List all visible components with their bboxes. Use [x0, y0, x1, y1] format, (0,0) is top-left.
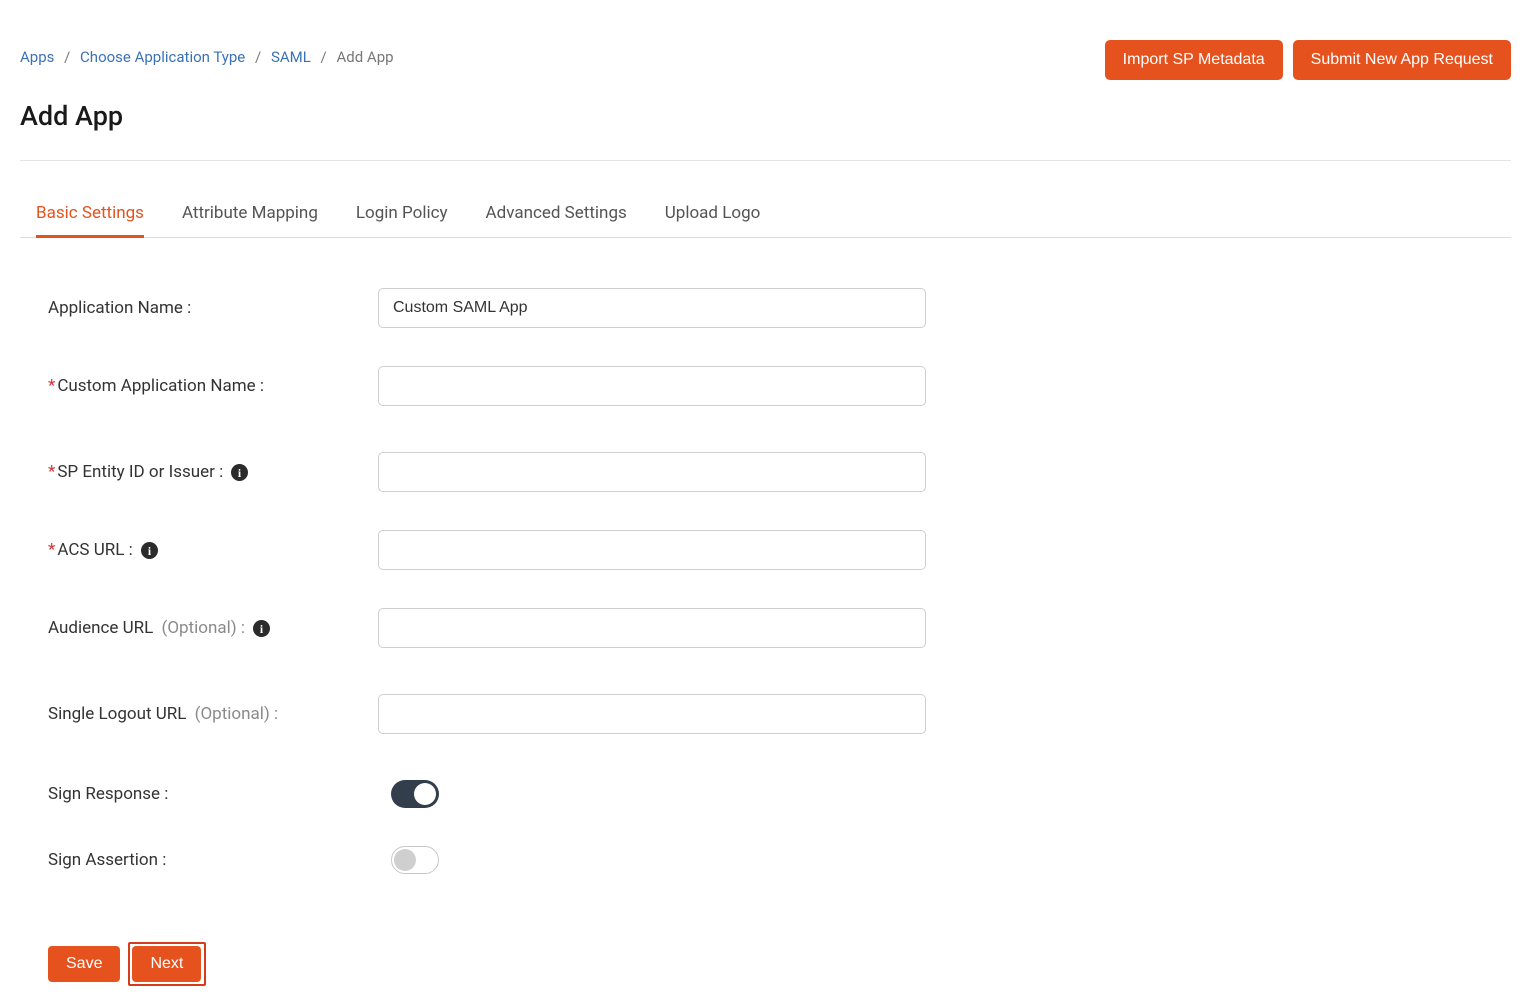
- row-audience-url: Audience URL (Optional) : i: [48, 608, 1483, 648]
- required-marker: *: [48, 540, 55, 560]
- breadcrumb: Apps / Choose Application Type / SAML / …: [20, 20, 394, 66]
- sign-response-toggle[interactable]: [391, 780, 439, 808]
- required-marker: *: [48, 376, 55, 396]
- row-sp-entity: *SP Entity ID or Issuer : i: [48, 452, 1483, 492]
- breadcrumb-sep: /: [64, 48, 70, 66]
- sign-assertion-toggle[interactable]: [391, 846, 439, 874]
- label-application-name: Application Name :: [48, 298, 378, 318]
- top-bar: Apps / Choose Application Type / SAML / …: [20, 20, 1511, 80]
- row-sign-response: Sign Response :: [48, 780, 1483, 808]
- row-application-name: Application Name :: [48, 288, 1483, 328]
- label-sign-assertion: Sign Assertion :: [48, 850, 378, 870]
- label-acs-url: *ACS URL : i: [48, 540, 378, 560]
- breadcrumb-apps[interactable]: Apps: [20, 48, 54, 66]
- row-sign-assertion: Sign Assertion :: [48, 846, 1483, 874]
- tab-advanced-settings[interactable]: Advanced Settings: [486, 193, 627, 238]
- label-sp-entity: *SP Entity ID or Issuer : i: [48, 462, 378, 482]
- label-custom-app-name: *Custom Application Name :: [48, 376, 378, 396]
- tab-login-policy[interactable]: Login Policy: [356, 193, 448, 238]
- next-button[interactable]: Next: [132, 946, 201, 982]
- tab-upload-logo[interactable]: Upload Logo: [665, 193, 761, 238]
- import-sp-metadata-button[interactable]: Import SP Metadata: [1105, 40, 1283, 80]
- label-audience-url: Audience URL (Optional) : i: [48, 618, 378, 638]
- tabs: Basic Settings Attribute Mapping Login P…: [20, 193, 1511, 238]
- audience-url-input[interactable]: [378, 608, 926, 648]
- submit-new-app-request-button[interactable]: Submit New App Request: [1293, 40, 1511, 80]
- row-custom-app-name: *Custom Application Name :: [48, 366, 1483, 406]
- next-button-highlight: Next: [128, 942, 206, 986]
- page-title: Add App: [20, 100, 1511, 132]
- save-button[interactable]: Save: [48, 946, 120, 982]
- info-icon[interactable]: i: [253, 620, 270, 637]
- form-area: Application Name : *Custom Application N…: [20, 238, 1511, 942]
- info-icon[interactable]: i: [141, 542, 158, 559]
- breadcrumb-sep: /: [255, 48, 261, 66]
- application-name-input[interactable]: [378, 288, 926, 328]
- label-sign-response: Sign Response :: [48, 784, 378, 804]
- tab-attribute-mapping[interactable]: Attribute Mapping: [182, 193, 318, 238]
- breadcrumb-saml[interactable]: SAML: [271, 48, 311, 66]
- bottom-buttons: Save Next: [20, 942, 1511, 986]
- info-icon[interactable]: i: [231, 464, 248, 481]
- tab-basic-settings[interactable]: Basic Settings: [36, 193, 144, 238]
- slo-url-input[interactable]: [378, 694, 926, 734]
- breadcrumb-choose-type[interactable]: Choose Application Type: [80, 48, 245, 66]
- row-acs-url: *ACS URL : i: [48, 530, 1483, 570]
- breadcrumb-current: Add App: [336, 48, 393, 66]
- divider: [20, 160, 1511, 161]
- custom-app-name-input[interactable]: [378, 366, 926, 406]
- header-actions: Import SP Metadata Submit New App Reques…: [1105, 20, 1511, 80]
- row-slo-url: Single Logout URL (Optional) :: [48, 694, 1483, 734]
- label-slo-url: Single Logout URL (Optional) :: [48, 704, 378, 724]
- page-root: Apps / Choose Application Type / SAML / …: [0, 0, 1531, 1006]
- required-marker: *: [48, 462, 55, 482]
- acs-url-input[interactable]: [378, 530, 926, 570]
- sp-entity-input[interactable]: [378, 452, 926, 492]
- breadcrumb-sep: /: [321, 48, 327, 66]
